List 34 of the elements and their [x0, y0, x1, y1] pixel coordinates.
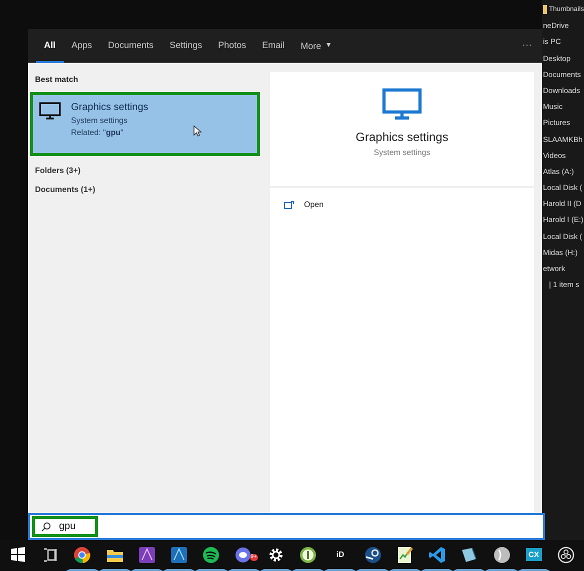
photo-app-icon — [138, 546, 156, 564]
filter-tab[interactable]: Documents — [100, 29, 162, 63]
result-item[interactable]: Graphics settings System settings Related: "gpu" — [30, 92, 260, 156]
cursor-icon — [193, 125, 202, 137]
windows-logo-icon — [9, 546, 28, 564]
folder-icon — [543, 5, 547, 14]
monitor-icon — [39, 102, 61, 120]
monitor-icon — [382, 88, 422, 120]
music-app-icon — [202, 546, 220, 564]
preview-title: Graphics settings — [356, 130, 448, 144]
browser-icon — [73, 546, 92, 564]
search-icon — [41, 522, 51, 532]
filter-tab[interactable]: Email — [254, 29, 293, 63]
round-app-icon — [299, 546, 318, 564]
section-heading: Best match — [34, 75, 80, 84]
open-action[interactable]: Open — [270, 188, 338, 221]
filter-tab[interactable]: Settings — [162, 29, 210, 63]
options-button[interactable]: ··· — [522, 29, 532, 62]
code-editor-icon — [428, 546, 446, 564]
notepad-icon — [396, 546, 414, 564]
search-field[interactable]: gpu — [59, 521, 89, 532]
window-icon — [284, 200, 294, 208]
filter-tab[interactable]: Apps — [64, 29, 100, 63]
sphere-app-icon — [492, 546, 510, 564]
task-view-icon — [41, 546, 60, 564]
settings-icon — [266, 546, 285, 564]
design-app-icon — [170, 546, 188, 564]
filter-tab[interactable]: Photos — [210, 29, 254, 63]
recorder-icon — [556, 546, 575, 564]
preview-subtitle: System settings — [374, 148, 430, 157]
game-launcher-icon — [364, 546, 382, 564]
result-group[interactable]: Documents (1+) — [30, 185, 100, 194]
result-group[interactable]: Folders (3+) — [30, 166, 86, 175]
box-app-icon — [460, 546, 478, 564]
